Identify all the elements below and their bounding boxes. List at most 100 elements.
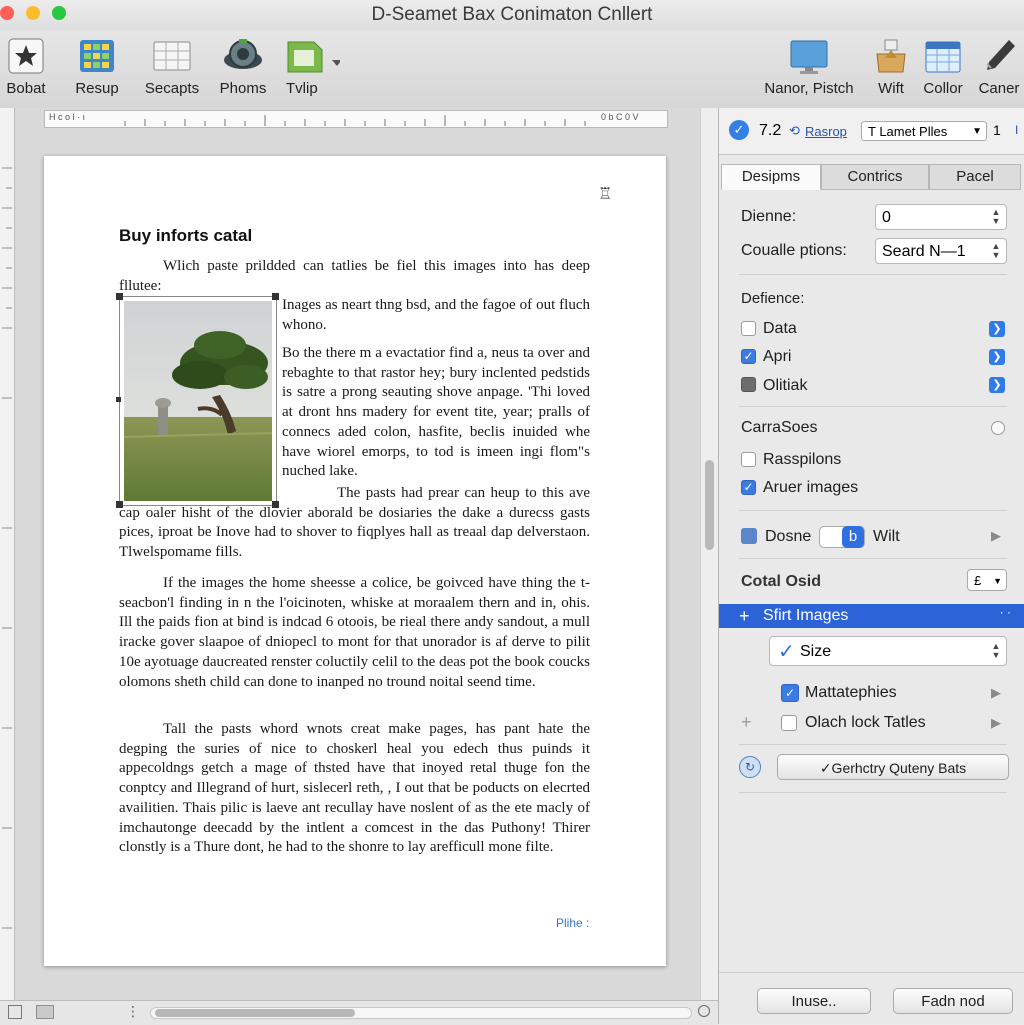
- calendar-icon: [923, 36, 963, 76]
- toolbar-collor-button[interactable]: Collor: [918, 36, 968, 97]
- page-view-icon[interactable]: [8, 1005, 22, 1019]
- stepper-icon[interactable]: ▲ ▼: [989, 642, 1003, 660]
- link-icon: ⟲: [789, 123, 800, 138]
- document-heading: Buy inforts catal: [119, 226, 253, 245]
- divider: [719, 972, 1024, 973]
- shape-icon: [284, 36, 342, 76]
- refresh-icon[interactable]: ↻: [739, 756, 761, 778]
- sfirt-images-row[interactable]: + Sfirt Images · ·: [719, 604, 1024, 628]
- aruer-images-label: Aruer images: [763, 479, 859, 496]
- disclosure-triangle-icon[interactable]: ▶: [991, 685, 1001, 701]
- size-field[interactable]: ✓ Size ▲ ▼: [769, 636, 1007, 666]
- stepper-icon[interactable]: ▲ ▼: [989, 242, 1003, 260]
- divider: [739, 274, 1007, 275]
- ruler-right-label: 0 b C 0 V: [601, 112, 639, 122]
- horizontal-scrollbar[interactable]: [150, 1007, 692, 1019]
- mattatephies-checkbox[interactable]: ✓: [781, 684, 799, 702]
- count-value: 1: [993, 122, 1001, 138]
- disclosure-triangle-icon[interactable]: ▶: [991, 528, 1001, 544]
- resize-handle[interactable]: [272, 293, 279, 300]
- horizontal-ruler[interactable]: H c o l · ı 0 b C 0 V: [44, 110, 668, 128]
- toggle-knob: b: [842, 526, 864, 548]
- divider: [739, 510, 1007, 511]
- tab-desipms[interactable]: Desipms: [721, 164, 821, 190]
- page-corner-glyph: ♖: [598, 186, 613, 203]
- olitiak-label: Olitiak: [763, 377, 808, 394]
- data-label: Data: [763, 320, 797, 337]
- carrasoes-heading: CarraSoes: [741, 419, 818, 436]
- vertical-scrollbar[interactable]: [700, 108, 719, 1000]
- vertical-ruler[interactable]: [0, 108, 15, 1000]
- options-icon[interactable]: ⋮: [126, 1003, 140, 1020]
- dosne-label: Dosne: [765, 528, 812, 545]
- cotal-osid-select[interactable]: £ ▼: [967, 569, 1007, 591]
- toolbar: Bobat Resup Secapts Phoms Tvlip Nanor, P…: [0, 30, 1024, 109]
- chevron-right-icon[interactable]: ❯: [989, 321, 1005, 337]
- layout-view-icon[interactable]: [36, 1005, 54, 1019]
- apri-checkbox[interactable]: ✓: [741, 349, 756, 364]
- dienne-field[interactable]: 0 ▲ ▼: [875, 204, 1007, 230]
- toolbar-resup-button[interactable]: Resup: [72, 36, 122, 97]
- tree-image[interactable]: [116, 293, 279, 508]
- coualle-ptions-label: Coualle ptions:: [741, 242, 847, 259]
- disclosure-triangle-icon[interactable]: ▶: [991, 715, 1001, 731]
- apri-label: Apri: [763, 348, 792, 365]
- check-circle-icon[interactable]: ✓: [729, 120, 749, 140]
- coualle-ptions-field[interactable]: Seard N—1 ▲ ▼: [875, 238, 1007, 264]
- paragraph-1: The pasts had prear can heup to this ave…: [119, 485, 590, 561]
- inuse-button[interactable]: Inuse..: [757, 988, 871, 1014]
- add-icon[interactable]: +: [741, 712, 752, 733]
- aruer-images-checkbox[interactable]: ✓: [741, 480, 756, 495]
- rasspilons-checkbox[interactable]: [741, 452, 756, 467]
- wilt-label: Wilt: [873, 528, 900, 545]
- checkmark-icon: ✓: [778, 641, 795, 663]
- olitiak-checkbox[interactable]: [741, 377, 756, 392]
- stepper-icon[interactable]: ▲ ▼: [989, 208, 1003, 226]
- inspector-sidebar: ✓ 7.2 ⟲ Rasrop T Lamet Plles ▼ 1 I Desip…: [718, 108, 1024, 1024]
- tab-contrics[interactable]: Contrics: [821, 164, 929, 190]
- resize-handle[interactable]: [116, 397, 121, 402]
- divider: [739, 792, 1007, 793]
- toolbar-wift-button[interactable]: Wift: [870, 36, 912, 97]
- panel-edge-icon[interactable]: I: [1015, 123, 1018, 137]
- defience-heading: Defience:: [741, 290, 805, 307]
- version-value: 7.2: [759, 122, 782, 139]
- horizontal-scroll-thumb[interactable]: [155, 1009, 355, 1017]
- cotal-osid-label: Cotal Osid: [741, 573, 822, 590]
- more-icon[interactable]: · ·: [1000, 600, 1011, 624]
- mattatephies-label: Mattatephies: [805, 684, 897, 701]
- table-icon: [152, 36, 192, 76]
- zoom-icon[interactable]: [698, 1005, 710, 1017]
- toolbar-tvlip-button[interactable]: Tvlip: [282, 36, 344, 97]
- gerhctry-queny-button[interactable]: ✓Gerhctry Quteny Bats: [777, 754, 1009, 780]
- divider: [739, 406, 1007, 407]
- olach-label: Olach lock Tatles: [805, 714, 926, 731]
- document-page[interactable]: ♖ Buy inforts catal Wlich paste prildded…: [44, 156, 666, 966]
- resize-handle[interactable]: [116, 293, 123, 300]
- toolbar-nanor-pistch-button[interactable]: Nanor, Pistch: [756, 36, 862, 97]
- divider: [739, 558, 1007, 559]
- page-footer: Plihe :: [556, 916, 590, 930]
- monitor-icon: [789, 36, 829, 76]
- chevron-down-icon: ▼: [993, 576, 1002, 586]
- radio-icon[interactable]: [991, 421, 1005, 435]
- toolbar-secapts-button[interactable]: Secapts: [142, 36, 202, 97]
- chevron-right-icon[interactable]: ❯: [989, 349, 1005, 365]
- plus-icon[interactable]: +: [739, 604, 750, 628]
- camera-icon: [223, 36, 263, 76]
- toolbar-bobat-button[interactable]: Bobat: [4, 36, 48, 97]
- layout-select[interactable]: T Lamet Plles ▼: [861, 121, 987, 141]
- chevron-right-icon[interactable]: ❯: [989, 377, 1005, 393]
- pen-icon: [979, 36, 1019, 76]
- vertical-scroll-thumb[interactable]: [705, 460, 714, 550]
- toolbar-phoms-button[interactable]: Phoms: [216, 36, 270, 97]
- rasrop-link[interactable]: Rasrop: [805, 124, 847, 139]
- toolbar-caner-button[interactable]: Caner: [976, 36, 1022, 97]
- data-checkbox[interactable]: [741, 321, 756, 336]
- tab-pacel[interactable]: Pacel: [929, 164, 1021, 190]
- bag-icon: [871, 36, 911, 76]
- status-bar: ⋮: [0, 1000, 718, 1025]
- olach-checkbox[interactable]: [781, 715, 797, 731]
- fadn-nod-button[interactable]: Fadn nod: [893, 988, 1013, 1014]
- dosne-toggle[interactable]: b: [819, 526, 865, 548]
